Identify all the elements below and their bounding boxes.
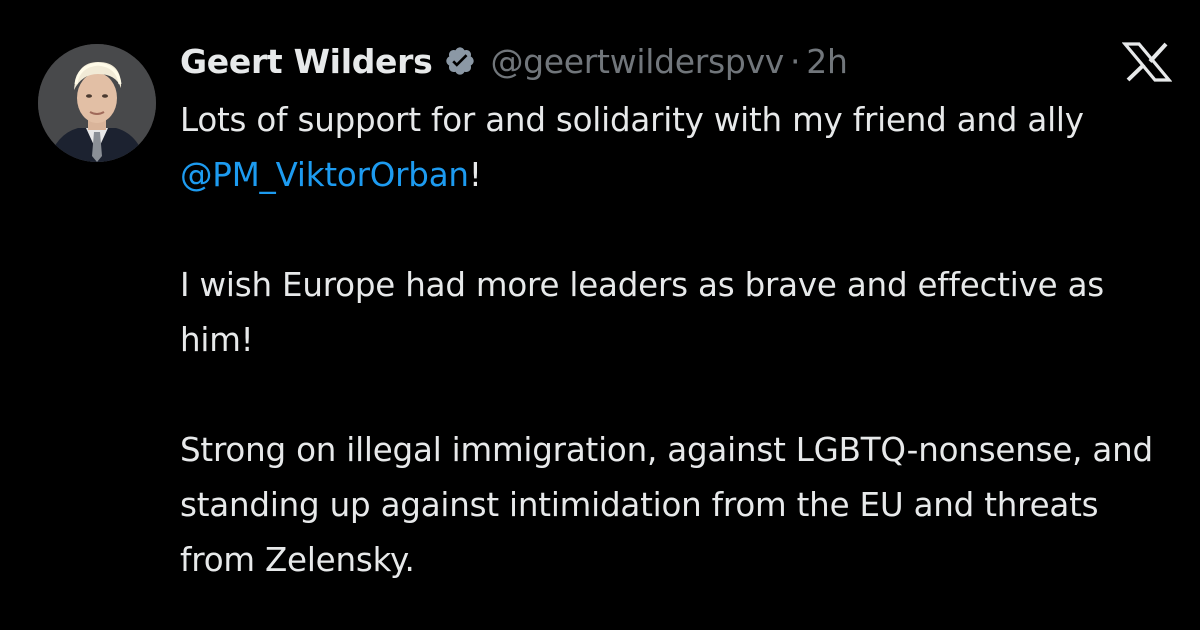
tweet-text-segment: Lots of support for and solidarity with … [180, 101, 1084, 139]
mention-link[interactable]: @PM_ViktorOrban [180, 156, 469, 194]
author-handle[interactable]: @geertwilderspvv [490, 42, 784, 81]
separator-dot: · [790, 41, 801, 81]
tweet-paragraph: Lots of support for and solidarity with … [180, 93, 1170, 203]
avatar[interactable] [38, 44, 156, 162]
tweet-text-segment: ! [468, 156, 482, 194]
verified-badge-icon [444, 45, 476, 77]
author-name[interactable]: Geert Wilders [180, 42, 433, 81]
avatar-image [38, 44, 156, 162]
tweet-header: Geert Wilders @geertwilderspvv · 2h [180, 38, 848, 84]
tweet-paragraph: I wish Europe had more leaders as brave … [180, 266, 1105, 359]
tweet-paragraph: Strong on illegal immigration, against L… [180, 431, 1153, 579]
tweet-text: Lots of support for and solidarity with … [180, 93, 1170, 588]
tweet-timestamp[interactable]: 2h [806, 42, 848, 81]
x-logo-icon[interactable] [1121, 42, 1173, 82]
